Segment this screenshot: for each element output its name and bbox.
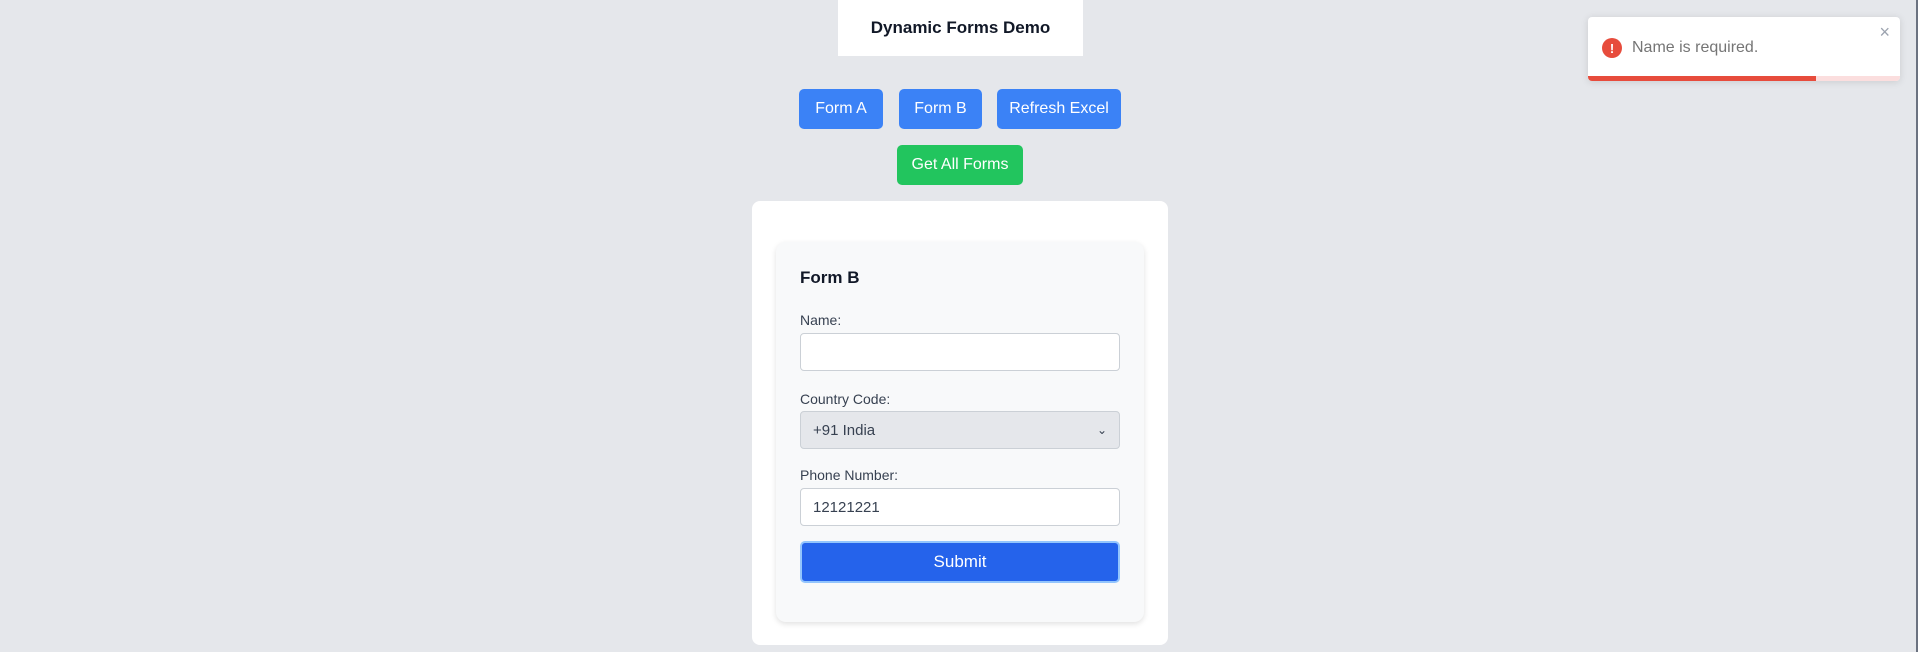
toast-progress-bar — [1588, 76, 1816, 81]
country-code-label: Country Code: — [800, 391, 891, 407]
name-input[interactable] — [800, 333, 1120, 371]
close-icon[interactable]: × — [1879, 22, 1890, 43]
form-title: Form B — [800, 268, 860, 287]
phone-number-label: Phone Number: — [800, 467, 899, 483]
page-title-text: Dynamic Forms Demo — [870, 18, 1051, 37]
error-toast: ! Name is required. × — [1588, 17, 1900, 81]
submit-button[interactable]: Submit — [800, 541, 1120, 583]
country-code-select[interactable]: +91 India ⌄ — [800, 411, 1120, 449]
get-all-forms-button[interactable]: Get All Forms — [897, 145, 1023, 185]
phone-number-input[interactable]: 12121221 — [800, 488, 1120, 526]
toast-progress-track — [1588, 76, 1900, 81]
country-code-value: +91 India — [813, 421, 876, 439]
refresh-excel-button[interactable]: Refresh Excel — [997, 89, 1121, 129]
page-title: Dynamic Forms Demo — [838, 0, 1083, 56]
phone-number-value: 12121221 — [813, 498, 880, 516]
name-label: Name: — [800, 312, 842, 328]
form-a-button[interactable]: Form A — [799, 89, 883, 129]
toast-message: Name is required. — [1632, 39, 1759, 56]
error-icon: ! — [1602, 38, 1622, 58]
form-b-button[interactable]: Form B — [899, 89, 982, 129]
chevron-down-icon: ⌄ — [1096, 423, 1107, 437]
